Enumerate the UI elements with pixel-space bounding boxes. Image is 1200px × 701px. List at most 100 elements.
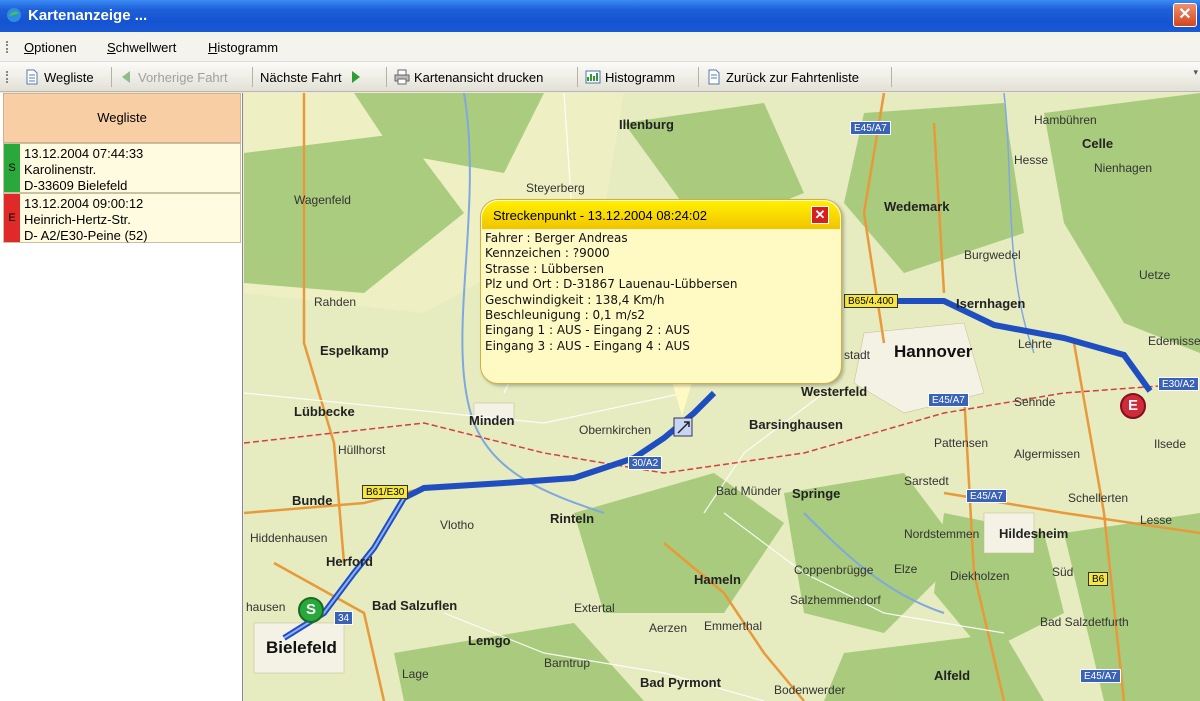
map-label-luebbecke: Lübbecke — [294, 404, 355, 419]
map-label-bad-salzuflen: Bad Salzuflen — [372, 598, 458, 613]
menu-schwellwert[interactable]: Schwellwert — [107, 40, 176, 55]
toolbar-separator — [577, 67, 578, 87]
map-label-bunde: Bunde — [292, 493, 333, 508]
route-time: 13.12.2004 09:00:12 — [24, 196, 144, 211]
popup-plate: Kennzeichen : ?9000 — [485, 246, 610, 261]
route-city: D- A2/E30-Peine (52) — [24, 228, 148, 243]
map-label-sud: Süd — [1052, 565, 1074, 579]
wegliste-button[interactable]: Wegliste — [24, 67, 94, 87]
map-label-wagenfeld: Wagenfeld — [294, 193, 351, 207]
map-label-stadt: stadt — [844, 348, 871, 362]
map-label-hullhorst: Hüllhorst — [338, 443, 386, 457]
map-label-springe: Springe — [792, 486, 841, 501]
map-label-bad-pyrmont: Bad Pyrmont — [640, 675, 721, 690]
route-row-start[interactable]: S 13.12.2004 07:44:33 Karolinenstr. D-33… — [3, 143, 241, 193]
close-window-button[interactable]: ✕ — [1173, 3, 1197, 27]
toolbar: Wegliste Vorherige Fahrt Nächste Fahrt K… — [0, 62, 1200, 92]
map-label-bad-salzdetfurth: Bad Salzdetfurth — [1040, 615, 1129, 629]
previous-trip-label: Vorherige Fahrt — [138, 69, 228, 85]
map-label-obernkirchen: Obernkirchen — [579, 423, 652, 437]
road-shield: E30/A2 — [1158, 377, 1199, 391]
map-label-emmerthal: Emmerthal — [704, 619, 763, 633]
popup-inputs-3-4: Eingang 3 : AUS - Eingang 4 : AUS — [485, 338, 690, 353]
histogram-button[interactable]: Histogramm — [585, 67, 675, 87]
map-label-algermissen: Algermissen — [1014, 447, 1081, 461]
next-trip-button[interactable]: Nächste Fahrt — [260, 67, 368, 87]
start-marker: S — [4, 144, 20, 192]
road-shield: 34 — [334, 611, 354, 625]
close-icon: ✕ — [814, 207, 826, 222]
popup-close-button[interactable]: ✕ — [811, 206, 829, 224]
toolbar-grip[interactable] — [6, 71, 9, 83]
title-bar: Kartenanzeige ... ✕ — [0, 0, 1200, 32]
map-label-bad-munder: Bad Münder — [716, 484, 782, 498]
road-shield: B65/4.400 — [844, 294, 898, 308]
map-label-minden: Minden — [469, 413, 515, 428]
map-label-nordstemmen: Nordstemmen — [904, 527, 980, 541]
wegliste-label: Wegliste — [44, 69, 94, 85]
end-marker: E — [4, 194, 20, 242]
map-label-burgwedel: Burgwedel — [964, 248, 1021, 262]
menu-bar: Optionen Schwellwert Histogramm — [0, 32, 1200, 62]
map-label-sarstedt: Sarstedt — [904, 474, 949, 488]
popup-driver: Fahrer : Berger Andreas — [485, 231, 628, 245]
map-label-sehnde: Sehnde — [1014, 395, 1056, 409]
map-label-hildesheim: Hildesheim — [999, 526, 1069, 541]
toolbar-separator — [111, 67, 112, 87]
road-shield: E45/A7 — [1080, 669, 1121, 683]
road-shield: B6 — [1088, 572, 1109, 586]
route-time: 13.12.2004 07:44:33 — [24, 146, 144, 161]
map-label-extertal: Extertal — [574, 601, 615, 615]
route-list-header[interactable]: Wegliste — [3, 93, 241, 143]
map-label-elze: Elze — [894, 562, 918, 576]
map-start-marker[interactable]: S — [298, 597, 324, 623]
map-label-diekholzen: Diekholzen — [950, 569, 1010, 583]
map-label-hameln: Hameln — [694, 572, 741, 587]
map-label-rahden: Rahden — [314, 295, 357, 309]
map-label-lemgo: Lemgo — [468, 633, 511, 648]
menu-grip[interactable] — [6, 41, 9, 53]
map-label-barntrup: Barntrup — [544, 656, 591, 670]
popup-acceleration: Beschleunigung : 0,1 m/s2 — [485, 308, 645, 323]
map-label-espelkamp: Espelkamp — [320, 343, 389, 358]
road-shield: B61/E30 — [362, 485, 409, 499]
route-row-end[interactable]: E 13.12.2004 09:00:12 Heinrich-Hertz-Str… — [3, 193, 241, 243]
map-label-ilsede: Ilsede — [1154, 437, 1187, 451]
map-label-bielefeld: Bielefeld — [266, 638, 337, 657]
map-window: Kartenanzeige ... ✕ Optionen Schwellwert… — [0, 0, 1200, 701]
arrow-left-icon — [122, 71, 130, 83]
back-to-trip-list-button[interactable]: Zurück zur Fahrtenliste — [706, 67, 859, 87]
map-label-illenburg: Illenburg — [619, 117, 674, 132]
print-map-button[interactable]: Kartenansicht drucken — [394, 67, 543, 87]
menu-histogramm[interactable]: Histogramm — [208, 40, 278, 55]
map-label-lesse: Lesse — [1140, 513, 1173, 527]
map-label-bodenwerder: Bodenwerder — [774, 683, 846, 697]
map-label-alfeld: Alfeld — [934, 668, 971, 683]
road-shield: E45/A7 — [966, 489, 1007, 503]
toolbar-overflow-icon[interactable]: ▾ — [1193, 67, 1198, 78]
popup-street: Strasse : Lübbersen — [485, 261, 605, 276]
toolbar-separator — [252, 67, 253, 87]
map-label-hannover: Hannover — [894, 342, 973, 361]
route-row-text: 13.12.2004 07:44:33 Karolinenstr. D-3360… — [24, 146, 143, 194]
map-view[interactable]: Hannover Bielefeld Hildesheim Celle Wede… — [244, 93, 1200, 701]
menu-optionen[interactable]: Optionen — [24, 40, 77, 55]
map-label-uetze: Uetze — [1139, 268, 1171, 282]
road-shield: E45/A7 — [850, 121, 891, 135]
map-label-steyerberg: Steyerberg — [526, 181, 585, 195]
toolbar-separator — [386, 67, 387, 87]
toolbar-separator — [891, 67, 892, 87]
arrow-right-icon — [351, 71, 360, 83]
previous-trip-button[interactable]: Vorherige Fahrt — [118, 67, 228, 87]
map-end-marker[interactable]: E — [1120, 393, 1146, 419]
popup-speed: Geschwindigkeit : 138,4 Km/h — [485, 292, 665, 307]
popup-inputs-1-2: Eingang 1 : AUS - Eingang 2 : AUS — [485, 323, 690, 338]
map-label-salzhemmendorf: Salzhemmendorf — [790, 593, 881, 607]
map-label-vlotho: Vlotho — [440, 518, 475, 532]
map-label-hambuhren: Hambühren — [1034, 113, 1097, 127]
route-street: Heinrich-Hertz-Str. — [24, 212, 131, 227]
popup-pointer — [672, 382, 692, 416]
window-title: Kartenanzeige ... — [28, 7, 148, 24]
printer-icon — [394, 69, 410, 85]
histogram-label: Histogramm — [605, 69, 676, 85]
